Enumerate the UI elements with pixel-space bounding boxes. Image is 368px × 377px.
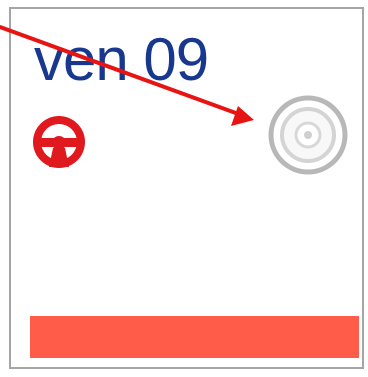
radio-button-icon[interactable] bbox=[266, 93, 350, 177]
steering-wheel-icon bbox=[29, 112, 89, 172]
status-bar bbox=[30, 316, 359, 358]
day-label: ven 09 bbox=[34, 26, 209, 93]
calendar-page: ven 09 bbox=[0, 0, 368, 377]
